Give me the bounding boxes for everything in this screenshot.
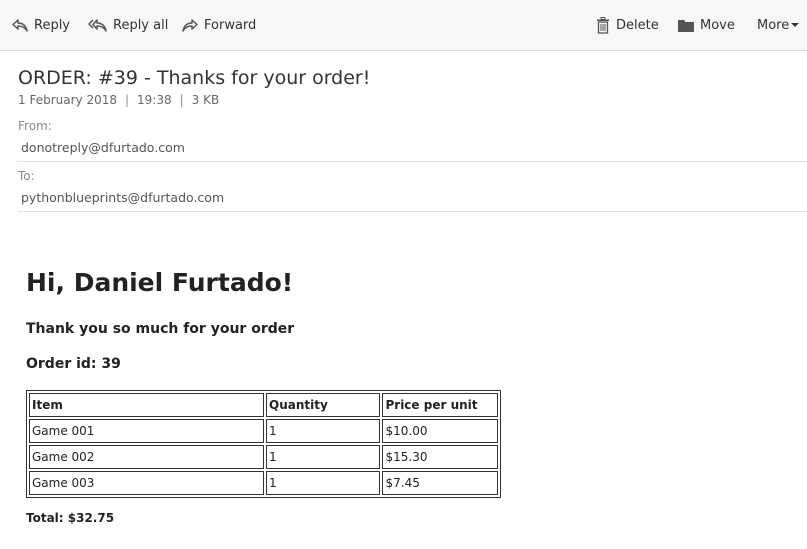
reply-all-button[interactable]: Reply all [88,0,168,50]
message-toolbar: Reply Reply all Forward Delete Move More [0,0,807,51]
trash-icon [596,16,610,34]
column-header-price: Price per unit [382,393,498,417]
column-header-item: Item [29,393,264,417]
table-row: Game 003 1 $7.45 [29,471,498,495]
more-button[interactable]: More [757,0,800,50]
email-thanks: Thank you so much for your order [26,321,295,337]
from-address[interactable]: donotreply@dfurtado.com [21,140,185,155]
price-cell: $7.45 [382,471,498,495]
reply-all-label: Reply all [113,17,169,33]
item-cell: Game 002 [29,445,264,469]
reply-label: Reply [34,17,71,33]
reply-icon [12,17,28,33]
item-cell: Game 001 [29,419,264,443]
item-cell: Game 003 [29,471,264,495]
forward-label: Forward [204,17,257,33]
from-label: From: [18,119,52,133]
reply-button[interactable]: Reply [12,0,70,50]
message-date: 1 February 2018 [18,93,117,107]
to-address[interactable]: pythonblueprints@dfurtado.com [21,190,224,205]
delete-label: Delete [616,17,659,33]
quantity-cell: 1 [266,419,381,443]
forward-button[interactable]: Forward [182,0,256,50]
move-label: Move [700,17,735,33]
message-subject: ORDER: #39 - Thanks for your order! [18,67,371,89]
column-header-quantity: Quantity [266,393,381,417]
message-meta: 1 February 2018 | 19:38 | 3 KB [18,93,219,107]
divider [18,211,807,212]
caret-down-icon [791,22,800,28]
table-row: Game 002 1 $15.30 [29,445,498,469]
more-label: More [757,17,790,33]
folder-icon [678,19,694,32]
order-id: Order id: 39 [26,356,121,372]
to-label: To: [18,169,35,183]
quantity-cell: 1 [266,445,381,469]
quantity-cell: 1 [266,471,381,495]
meta-separator: | [124,93,130,107]
table-header-row: Item Quantity Price per unit [29,393,498,417]
order-total: Total: $32.75 [26,511,115,525]
delete-button[interactable]: Delete [596,0,659,50]
price-cell: $10.00 [382,419,498,443]
message-size: 3 KB [191,93,220,107]
forward-icon [182,17,198,33]
meta-separator: | [179,93,184,107]
table-row: Game 001 1 $10.00 [29,419,498,443]
price-cell: $15.30 [382,445,498,469]
reply-all-icon [88,17,107,33]
divider [18,161,807,162]
order-items-table: Item Quantity Price per unit Game 001 1 … [26,390,501,498]
message-time: 19:38 [137,93,172,107]
move-button[interactable]: Move [678,0,735,50]
email-greeting: Hi, Daniel Furtado! [26,268,294,297]
